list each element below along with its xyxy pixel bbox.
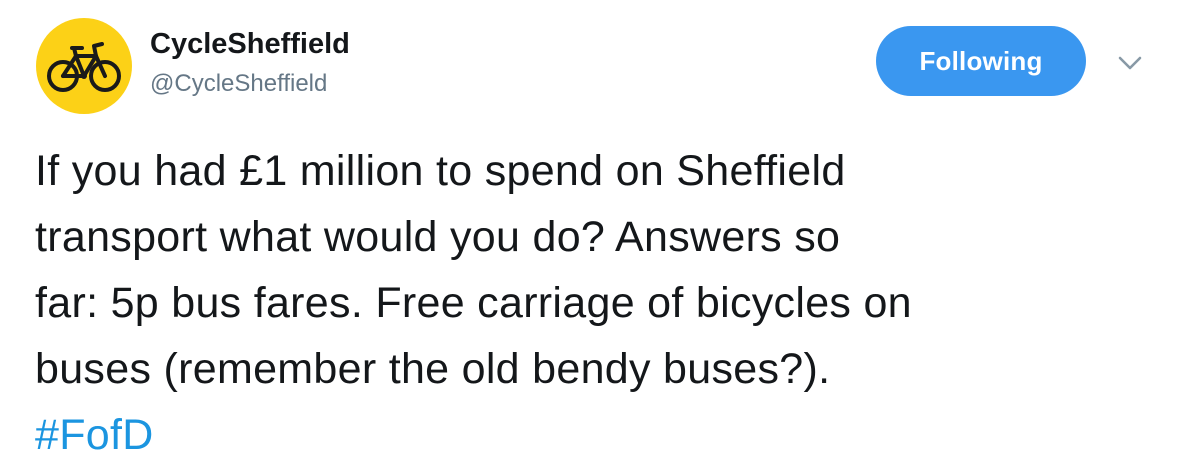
tweet-menu-button[interactable]: [1112, 48, 1148, 78]
display-name[interactable]: CycleSheffield: [150, 26, 350, 62]
tweet-text: If you had £1 million to spend on Sheffi…: [35, 138, 1175, 468]
tweet-text-line: buses (remember the old bendy buses?).: [35, 345, 831, 393]
chevron-down-icon: [1118, 56, 1142, 70]
tweet-text-line: If you had £1 million to spend on Sheffi…: [35, 147, 846, 195]
avatar[interactable]: [36, 18, 132, 114]
bicycle-icon: [47, 42, 121, 92]
user-handle[interactable]: @CycleSheffield: [150, 69, 327, 99]
tweet-text-line: transport what would you do? Answers so: [35, 213, 841, 261]
hashtag-link[interactable]: #FofD: [35, 411, 154, 459]
following-button[interactable]: Following: [876, 26, 1086, 96]
tweet-card: CycleSheffield @CycleSheffield Following…: [0, 0, 1198, 470]
tweet-text-line: far: 5p bus fares. Free carriage of bicy…: [35, 279, 912, 327]
